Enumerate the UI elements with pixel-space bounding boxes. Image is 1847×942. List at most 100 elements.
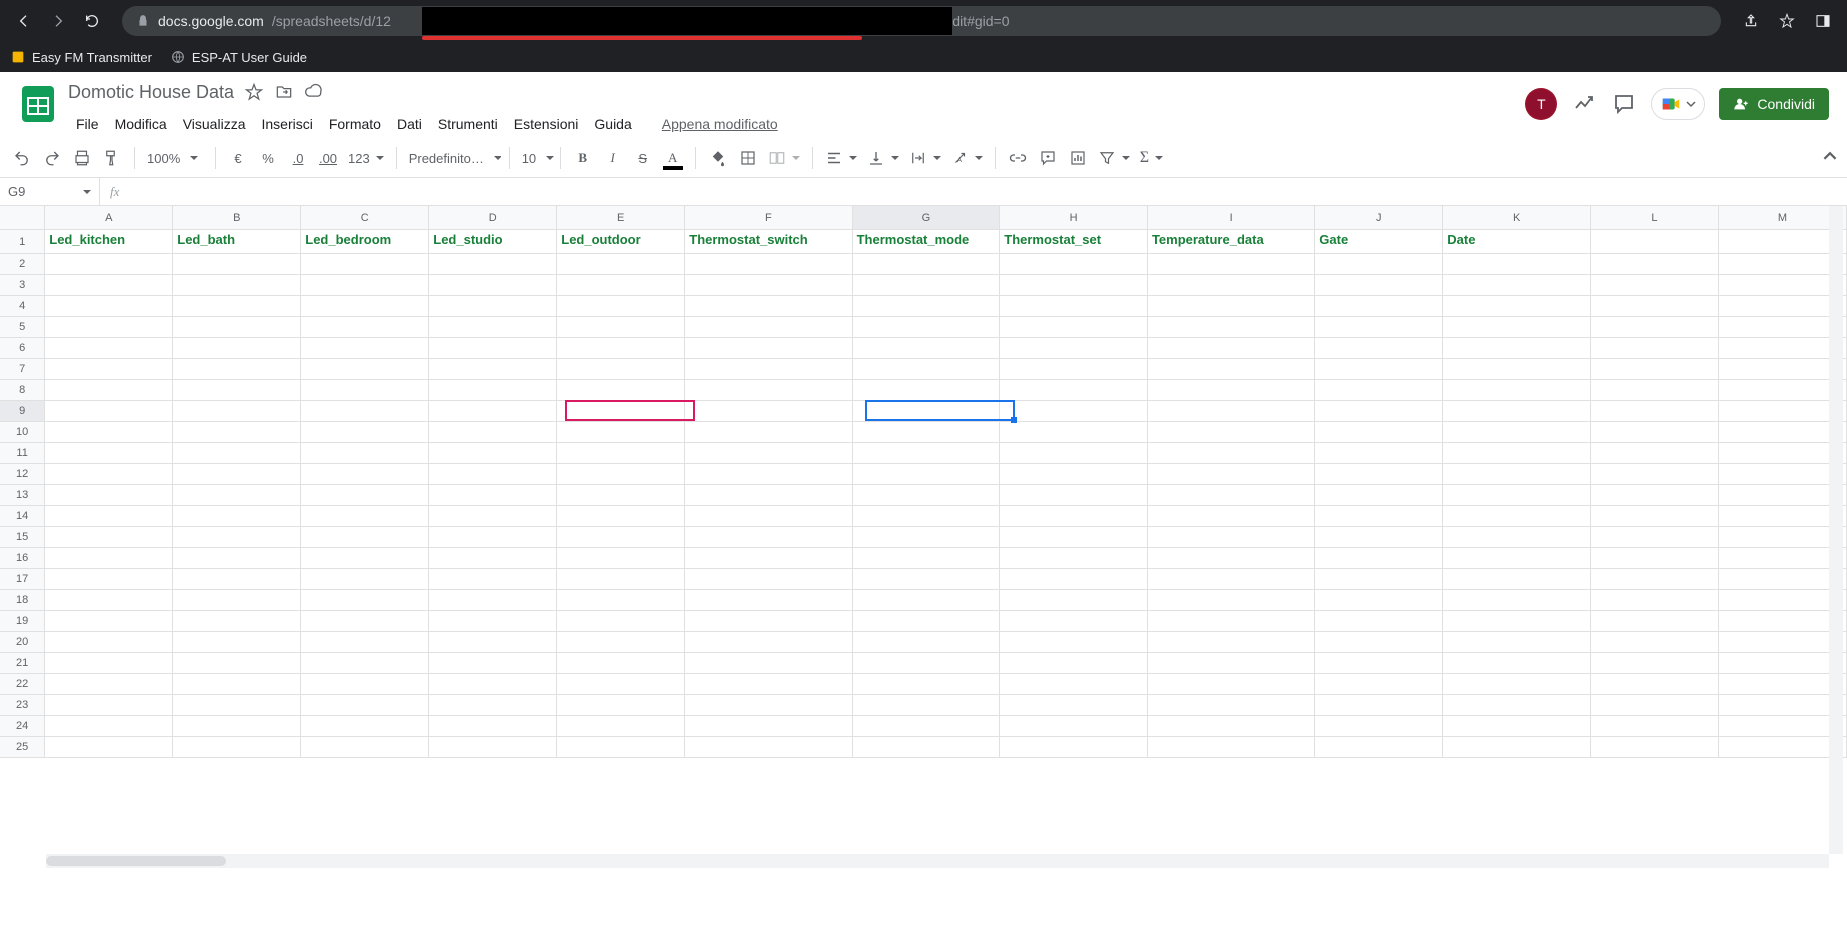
undo-button[interactable] — [8, 144, 36, 172]
cell[interactable] — [1000, 338, 1148, 359]
cell[interactable] — [429, 380, 557, 401]
cell[interactable] — [1443, 716, 1591, 737]
cell[interactable] — [1000, 464, 1148, 485]
cell[interactable] — [173, 632, 301, 653]
cell[interactable] — [1000, 380, 1148, 401]
cell[interactable] — [429, 527, 557, 548]
cell[interactable] — [1591, 230, 1719, 254]
menu-file[interactable]: File — [68, 114, 107, 134]
row-header[interactable]: 12 — [0, 464, 45, 485]
cell[interactable] — [1148, 506, 1315, 527]
menu-formato[interactable]: Formato — [321, 114, 389, 134]
cell[interactable] — [1000, 275, 1148, 296]
cell[interactable] — [1719, 275, 1847, 296]
paint-format-button[interactable] — [98, 144, 126, 172]
cell[interactable] — [1148, 254, 1315, 275]
column-header[interactable]: C — [301, 206, 429, 230]
bookmark-esp-at[interactable]: ESP-AT User Guide — [170, 49, 307, 65]
cell[interactable] — [685, 548, 852, 569]
cell[interactable] — [685, 716, 852, 737]
cell[interactable] — [45, 548, 173, 569]
bold-button[interactable]: B — [569, 144, 597, 172]
row-header[interactable]: 19 — [0, 611, 45, 632]
menu-visualizza[interactable]: Visualizza — [175, 114, 254, 134]
cell[interactable] — [1148, 338, 1315, 359]
cell[interactable] — [45, 653, 173, 674]
row-header[interactable]: 5 — [0, 317, 45, 338]
cell[interactable] — [173, 590, 301, 611]
cell[interactable] — [685, 527, 852, 548]
cell[interactable] — [853, 590, 1001, 611]
cell[interactable] — [429, 485, 557, 506]
cell[interactable] — [429, 653, 557, 674]
cell[interactable] — [557, 653, 685, 674]
cell[interactable] — [1719, 653, 1847, 674]
toolbar-collapse-icon[interactable] — [1823, 149, 1837, 166]
cell[interactable] — [1315, 380, 1443, 401]
cell[interactable] — [301, 506, 429, 527]
cell[interactable] — [557, 506, 685, 527]
cell[interactable] — [685, 737, 852, 758]
cell[interactable]: Thermostat_set — [1000, 230, 1148, 254]
cell[interactable] — [429, 338, 557, 359]
cell[interactable] — [1000, 296, 1148, 317]
account-avatar[interactable]: T — [1525, 88, 1557, 120]
cell[interactable] — [1591, 359, 1719, 380]
cell[interactable] — [173, 443, 301, 464]
horizontal-scrollbar[interactable] — [46, 854, 1829, 868]
cell[interactable] — [1315, 254, 1443, 275]
cell[interactable] — [1719, 338, 1847, 359]
cell[interactable] — [557, 716, 685, 737]
cell[interactable] — [45, 737, 173, 758]
cell[interactable] — [685, 422, 852, 443]
cell[interactable] — [1591, 485, 1719, 506]
cell[interactable] — [1443, 317, 1591, 338]
decrease-decimal-button[interactable]: .0 — [284, 144, 312, 172]
cell[interactable] — [853, 254, 1001, 275]
row-header[interactable]: 17 — [0, 569, 45, 590]
cell[interactable] — [429, 464, 557, 485]
cell[interactable] — [1148, 464, 1315, 485]
cell[interactable] — [1591, 737, 1719, 758]
cell[interactable] — [1000, 506, 1148, 527]
cell[interactable] — [853, 380, 1001, 401]
cell[interactable] — [1591, 338, 1719, 359]
cell[interactable] — [301, 443, 429, 464]
cell[interactable] — [1000, 422, 1148, 443]
cell[interactable] — [173, 401, 301, 422]
row-header[interactable]: 18 — [0, 590, 45, 611]
cell[interactable] — [1443, 653, 1591, 674]
cell[interactable] — [173, 338, 301, 359]
cell[interactable] — [301, 716, 429, 737]
increase-decimal-button[interactable]: .00 — [314, 144, 342, 172]
cell[interactable] — [301, 653, 429, 674]
cell[interactable] — [1591, 464, 1719, 485]
cell[interactable] — [1315, 401, 1443, 422]
cell[interactable] — [1443, 737, 1591, 758]
cell[interactable] — [685, 401, 852, 422]
cell[interactable] — [1719, 527, 1847, 548]
cell[interactable] — [1000, 653, 1148, 674]
menu-dati[interactable]: Dati — [389, 114, 430, 134]
cell[interactable] — [429, 674, 557, 695]
cell[interactable] — [1443, 506, 1591, 527]
cell[interactable] — [853, 737, 1001, 758]
cell[interactable] — [1719, 695, 1847, 716]
cell[interactable] — [429, 254, 557, 275]
cell[interactable] — [1148, 527, 1315, 548]
cell[interactable] — [853, 464, 1001, 485]
cell[interactable] — [1148, 653, 1315, 674]
cell[interactable] — [1315, 338, 1443, 359]
cell[interactable] — [1591, 674, 1719, 695]
name-box[interactable]: G9 — [0, 178, 100, 205]
cell[interactable] — [1315, 695, 1443, 716]
cell[interactable] — [1443, 464, 1591, 485]
row-header[interactable]: 9 — [0, 401, 45, 422]
cell[interactable] — [685, 443, 852, 464]
column-header[interactable]: F — [685, 206, 852, 230]
cell[interactable] — [301, 359, 429, 380]
cell[interactable] — [301, 380, 429, 401]
cell[interactable] — [45, 611, 173, 632]
cell[interactable] — [685, 296, 852, 317]
cell[interactable] — [853, 485, 1001, 506]
